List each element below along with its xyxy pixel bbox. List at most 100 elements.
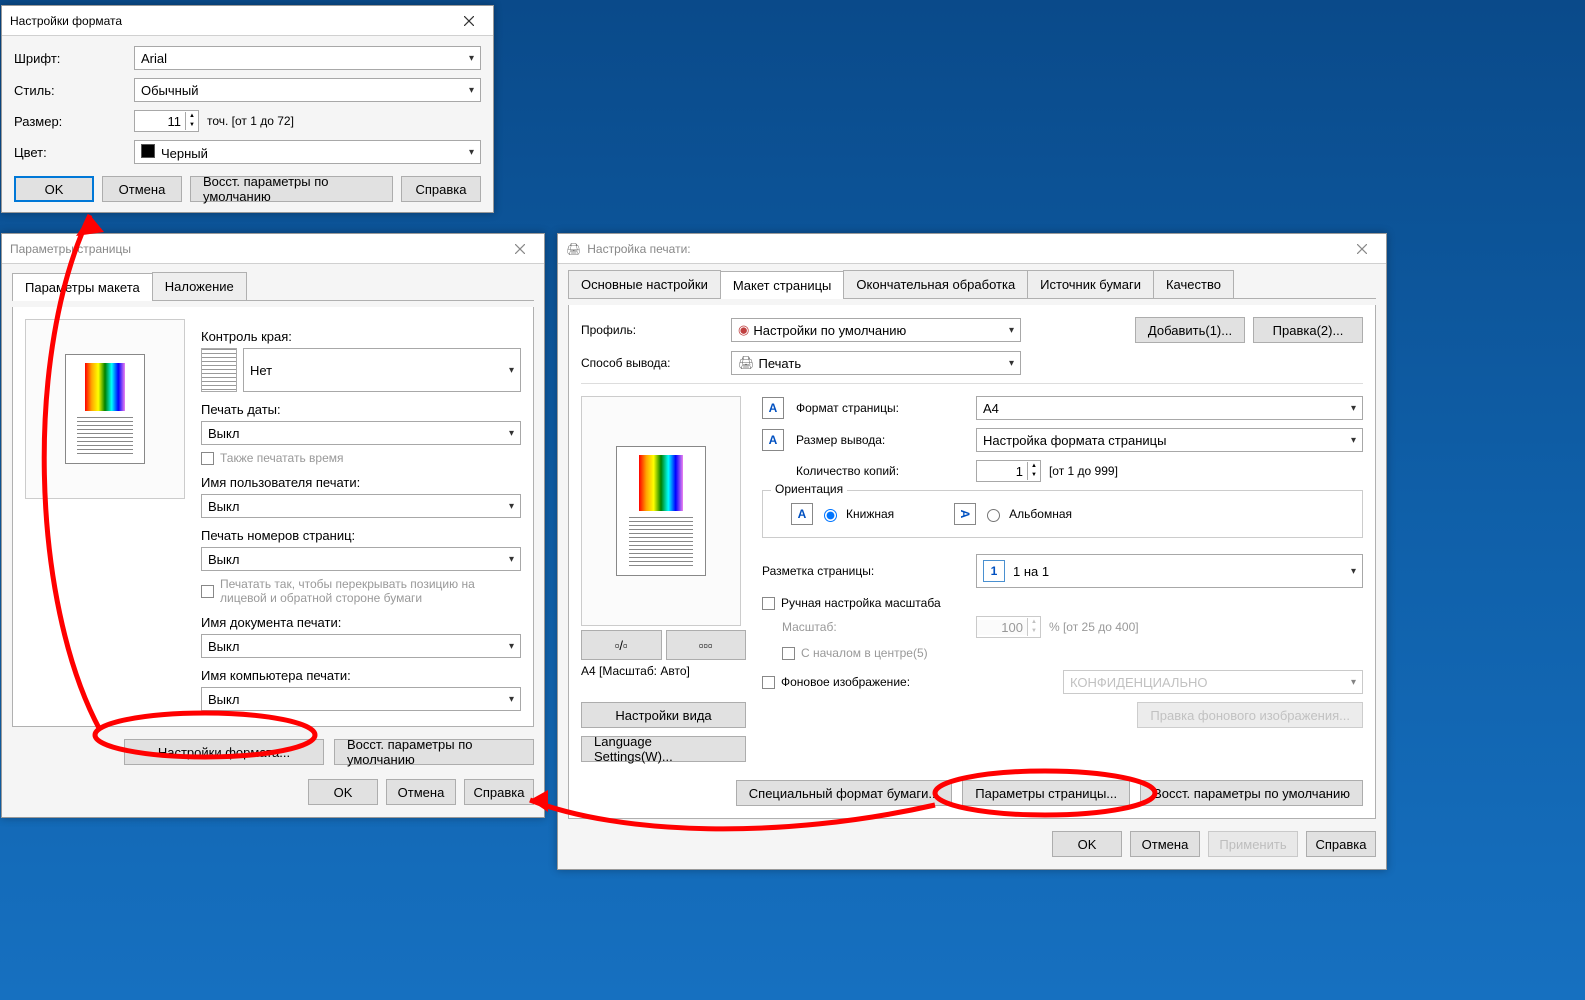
add-profile-button[interactable]: Добавить(1)... xyxy=(1135,317,1245,343)
scale-label: Масштаб: xyxy=(762,620,976,634)
chevron-down-icon: ▾ xyxy=(1351,566,1356,577)
format-settings-button[interactable]: Настройки формата... xyxy=(124,739,324,765)
spin-down[interactable]: ▼ xyxy=(1028,471,1040,480)
tab-page-layout[interactable]: Макет страницы xyxy=(720,271,845,299)
restore-defaults-button[interactable]: Восст. параметры по умолчанию xyxy=(334,739,534,765)
close-button[interactable] xyxy=(449,8,489,34)
style-select[interactable]: Обычный▾ xyxy=(134,78,481,102)
scale-spinner: ▲▼ xyxy=(976,616,1041,638)
page-preview xyxy=(581,396,741,626)
page-layout-label: Разметка страницы: xyxy=(762,564,976,578)
bg-image-edit-button: Правка фонового изображения... xyxy=(1137,702,1363,728)
size-label: Размер: xyxy=(14,114,134,129)
print-docname-select[interactable]: Выкл▾ xyxy=(201,634,521,658)
output-method-label: Способ вывода: xyxy=(581,356,731,370)
copies-input[interactable] xyxy=(977,464,1027,479)
size-input[interactable] xyxy=(135,114,185,129)
help-button[interactable]: Справка xyxy=(1306,831,1376,857)
portrait-radio[interactable]: A Книжная xyxy=(791,503,894,525)
apply-button: Применить xyxy=(1208,831,1298,857)
help-button[interactable]: Справка xyxy=(401,176,481,202)
bg-image-checkbox[interactable]: Фоновое изображение: xyxy=(762,675,910,689)
print-pagenum-select[interactable]: Выкл▾ xyxy=(201,547,521,571)
page-params-button[interactable]: Параметры страницы... xyxy=(962,780,1130,806)
chevron-down-icon: ▾ xyxy=(509,554,514,565)
close-icon xyxy=(1357,244,1367,254)
chevron-down-icon: ▾ xyxy=(1009,325,1014,336)
language-settings-button[interactable]: Language Settings(W)... xyxy=(581,736,746,762)
print-compname-select[interactable]: Выкл▾ xyxy=(201,687,521,711)
print-date-label: Печать даты: xyxy=(201,402,521,417)
print-username-label: Имя пользователя печати: xyxy=(201,475,521,490)
chevron-down-icon: ▾ xyxy=(1009,358,1014,369)
print-settings-dialog: 🖨 Настройка печати: Основные настройки М… xyxy=(557,233,1387,870)
start-center-checkbox: С началом в центре(5) xyxy=(762,646,1363,660)
manual-scale-checkbox[interactable]: Ручная настройка масштаба xyxy=(762,596,1363,610)
output-method-select[interactable]: 🖨Печать ▾ xyxy=(731,351,1021,375)
preview-mode-1[interactable]: ▫/▫ xyxy=(581,630,662,660)
printer-icon: 🖨 xyxy=(566,242,581,256)
style-label: Стиль: xyxy=(14,83,134,98)
ok-button[interactable]: OK xyxy=(14,176,94,202)
size-spinner[interactable]: ▲▼ xyxy=(134,110,199,132)
ok-button[interactable]: OK xyxy=(1052,831,1122,857)
scale-hint: % [от 25 до 400] xyxy=(1049,620,1139,634)
tab-main-settings[interactable]: Основные настройки xyxy=(568,270,721,298)
chevron-down-icon: ▾ xyxy=(1351,403,1356,414)
overlap-position-checkbox: Печатать так, чтобы перекрывать позицию … xyxy=(201,577,521,605)
profile-select[interactable]: ◉Настройки по умолчанию ▾ xyxy=(731,318,1021,342)
print-date-select[interactable]: Выкл▾ xyxy=(201,421,521,445)
chevron-down-icon: ▾ xyxy=(469,85,474,96)
page-layout-select[interactable]: 11 на 1 ▾ xyxy=(976,554,1363,588)
output-size-icon: A xyxy=(762,429,784,451)
print-docname-label: Имя документа печати: xyxy=(201,615,521,630)
tab-finishing[interactable]: Окончательная обработка xyxy=(843,270,1028,298)
preview-lines xyxy=(629,517,693,567)
tab-layout-params[interactable]: Параметры макета xyxy=(12,273,153,301)
chevron-down-icon: ▾ xyxy=(509,501,514,512)
preview-rainbow xyxy=(639,455,683,511)
print-username-select[interactable]: Выкл▾ xyxy=(201,494,521,518)
copies-label: Количество копий: xyxy=(796,464,976,478)
preview-lines xyxy=(77,417,133,455)
spin-up[interactable]: ▲ xyxy=(1028,462,1040,471)
font-select[interactable]: Arial▾ xyxy=(134,46,481,70)
tab-paper-source[interactable]: Источник бумаги xyxy=(1027,270,1154,298)
color-select[interactable]: Черный ▾ xyxy=(134,140,481,164)
tab-quality[interactable]: Качество xyxy=(1153,270,1234,298)
dialog-title: Настройки формата xyxy=(10,14,122,28)
close-button[interactable] xyxy=(1342,236,1382,262)
cancel-button[interactable]: Отмена xyxy=(1130,831,1200,857)
edit-profile-button[interactable]: Правка(2)... xyxy=(1253,317,1363,343)
cancel-button[interactable]: Отмена xyxy=(386,779,456,805)
copies-spinner[interactable]: ▲▼ xyxy=(976,460,1041,482)
bg-image-select: КОНФИДЕНЦИАЛЬНО▾ xyxy=(1063,670,1363,694)
preview-caption: A4 [Масштаб: Авто] xyxy=(581,664,746,678)
chevron-down-icon: ▾ xyxy=(469,147,474,158)
color-swatch xyxy=(141,144,155,158)
profile-icon: ◉ xyxy=(738,322,749,338)
also-print-time-checkbox: Также печатать время xyxy=(201,451,521,465)
view-settings-button[interactable]: Настройки вида xyxy=(581,702,746,728)
help-button[interactable]: Справка xyxy=(464,779,534,805)
cancel-button[interactable]: Отмена xyxy=(102,176,182,202)
spin-up[interactable]: ▲ xyxy=(186,112,198,121)
tab-overlay[interactable]: Наложение xyxy=(152,272,247,300)
restore-defaults-button[interactable]: Восст. параметры по умолчанию xyxy=(190,176,393,202)
output-size-select[interactable]: Настройка формата страницы▾ xyxy=(976,428,1363,452)
restore-defaults-button[interactable]: Восст. параметры по умолчанию xyxy=(1140,780,1363,806)
spin-down[interactable]: ▼ xyxy=(186,121,198,130)
close-button[interactable] xyxy=(500,236,540,262)
print-icon: 🖨 xyxy=(738,355,755,371)
page-format-select[interactable]: A4▾ xyxy=(976,396,1363,420)
edge-select[interactable]: Нет▾ xyxy=(243,348,521,392)
preview-rainbow xyxy=(85,363,125,411)
ok-button[interactable]: OK xyxy=(308,779,378,805)
special-paper-button[interactable]: Специальный формат бумаги... xyxy=(736,780,952,806)
page-format-label: Формат страницы: xyxy=(796,401,976,415)
copies-hint: [от 1 до 999] xyxy=(1049,464,1118,478)
preview-mode-2[interactable]: ▫▫▫ xyxy=(666,630,747,660)
profile-label: Профиль: xyxy=(581,323,731,337)
size-hint: точ. [от 1 до 72] xyxy=(207,114,294,128)
landscape-radio[interactable]: A Альбомная xyxy=(954,503,1072,525)
